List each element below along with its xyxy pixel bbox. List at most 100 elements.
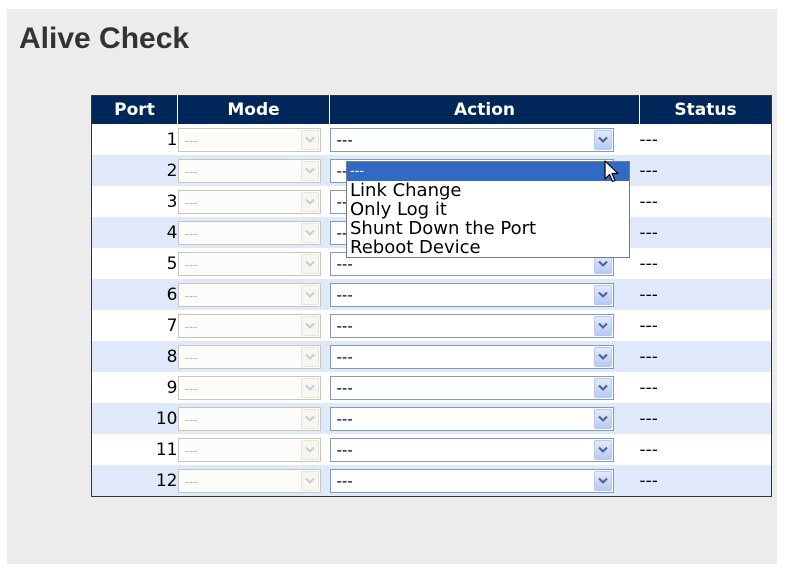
action-select[interactable]: --- <box>329 282 614 307</box>
mode-select: --- <box>177 220 321 245</box>
table-row: 8 --- --- --- <box>91 341 772 372</box>
mode-cell: --- <box>177 124 330 155</box>
mode-select-value: --- <box>184 474 198 489</box>
mode-cell: --- <box>177 465 330 497</box>
status-value: --- <box>639 372 772 403</box>
status-value: --- <box>639 403 772 434</box>
action-select-value: --- <box>336 347 353 366</box>
mode-cell: --- <box>177 155 330 186</box>
chevron-down-icon[interactable] <box>593 346 612 367</box>
action-cell: --- <box>329 434 640 465</box>
action-cell: --- <box>329 279 640 310</box>
dropdown-option[interactable]: --- <box>347 162 629 181</box>
chevron-down-icon <box>300 377 319 398</box>
action-select[interactable]: --- <box>329 375 614 400</box>
chevron-down-icon <box>300 346 319 367</box>
port-number: 5 <box>91 248 178 279</box>
chevron-down-icon[interactable] <box>593 315 612 336</box>
status-value: --- <box>639 465 772 497</box>
chevron-down-icon[interactable] <box>593 284 612 305</box>
action-select-value: --- <box>336 130 353 149</box>
action-cell: --- <box>329 341 640 372</box>
chevron-down-icon <box>300 253 319 274</box>
chevron-down-icon <box>300 160 319 181</box>
mode-cell: --- <box>177 248 330 279</box>
mode-cell: --- <box>177 279 330 310</box>
table-row: 12 --- --- --- <box>91 465 772 497</box>
port-number: 12 <box>91 465 178 497</box>
mode-cell: --- <box>177 341 330 372</box>
port-number: 11 <box>91 434 178 465</box>
action-select-value: --- <box>336 409 353 428</box>
chevron-down-icon <box>300 222 319 243</box>
action-cell: --- <box>329 465 640 497</box>
chevron-down-icon[interactable] <box>593 377 612 398</box>
mode-cell: --- <box>177 186 330 217</box>
port-number: 10 <box>91 403 178 434</box>
action-select-value: --- <box>336 378 353 397</box>
mode-select: --- <box>177 282 321 307</box>
mode-cell: --- <box>177 403 330 434</box>
mode-cell: --- <box>177 372 330 403</box>
header-port: Port <box>91 95 178 124</box>
chevron-down-icon[interactable] <box>593 408 612 429</box>
page-title: Alive Check <box>19 22 190 55</box>
mode-select: --- <box>177 127 321 152</box>
action-select-value: --- <box>336 440 353 459</box>
chevron-down-icon <box>300 129 319 150</box>
chevron-down-icon[interactable] <box>593 129 612 150</box>
mode-select-value: --- <box>184 164 198 179</box>
mode-select-value: --- <box>184 381 198 396</box>
action-cell: --- <box>329 310 640 341</box>
dropdown-option[interactable]: Link Change <box>347 181 629 200</box>
mode-select-value: --- <box>184 288 198 303</box>
status-value: --- <box>639 217 772 248</box>
dropdown-option[interactable]: Only Log it <box>347 200 629 219</box>
action-select[interactable]: --- <box>329 344 614 369</box>
mode-cell: --- <box>177 217 330 248</box>
chevron-down-icon <box>300 284 319 305</box>
mode-select-value: --- <box>184 226 198 241</box>
mode-select: --- <box>177 437 321 462</box>
status-value: --- <box>639 310 772 341</box>
chevron-down-icon <box>300 315 319 336</box>
mode-select: --- <box>177 406 321 431</box>
mode-select: --- <box>177 189 321 214</box>
action-select[interactable]: --- <box>329 406 614 431</box>
chevron-down-icon[interactable] <box>593 470 612 491</box>
mode-select: --- <box>177 375 321 400</box>
action-cell: --- <box>329 403 640 434</box>
header-action: Action <box>329 95 640 124</box>
mode-select: --- <box>177 251 321 276</box>
table-row: 10 --- --- --- <box>91 403 772 434</box>
chevron-down-icon <box>300 470 319 491</box>
action-select-value: --- <box>336 316 353 335</box>
mode-select-value: --- <box>184 319 198 334</box>
chevron-down-icon <box>300 439 319 460</box>
mode-select-value: --- <box>184 443 198 458</box>
status-value: --- <box>639 341 772 372</box>
action-select-value: --- <box>336 471 353 490</box>
mode-cell: --- <box>177 434 330 465</box>
mode-select-value: --- <box>184 412 198 427</box>
mode-select-value: --- <box>184 257 198 272</box>
alive-check-table: Port Mode Action Status 1 --- --- --- 2 --- --… <box>91 95 772 497</box>
status-value: --- <box>639 279 772 310</box>
action-select[interactable]: --- <box>329 468 614 493</box>
mode-cell: --- <box>177 310 330 341</box>
header-status: Status <box>639 95 772 124</box>
dropdown-option[interactable]: Reboot Device <box>347 238 629 257</box>
table-row: 6 --- --- --- <box>91 279 772 310</box>
status-value: --- <box>639 155 772 186</box>
dropdown-option[interactable]: Shunt Down the Port <box>347 219 629 238</box>
mode-select-value: --- <box>184 195 198 210</box>
status-value: --- <box>639 124 772 155</box>
chevron-down-icon[interactable] <box>593 439 612 460</box>
mode-select: --- <box>177 158 321 183</box>
chevron-down-icon <box>300 408 319 429</box>
action-select-value: --- <box>336 285 353 304</box>
action-select[interactable]: --- <box>329 437 614 462</box>
action-select[interactable]: --- <box>329 313 614 338</box>
table-row: 1 --- --- --- <box>91 124 772 155</box>
action-select[interactable]: --- <box>329 127 614 152</box>
